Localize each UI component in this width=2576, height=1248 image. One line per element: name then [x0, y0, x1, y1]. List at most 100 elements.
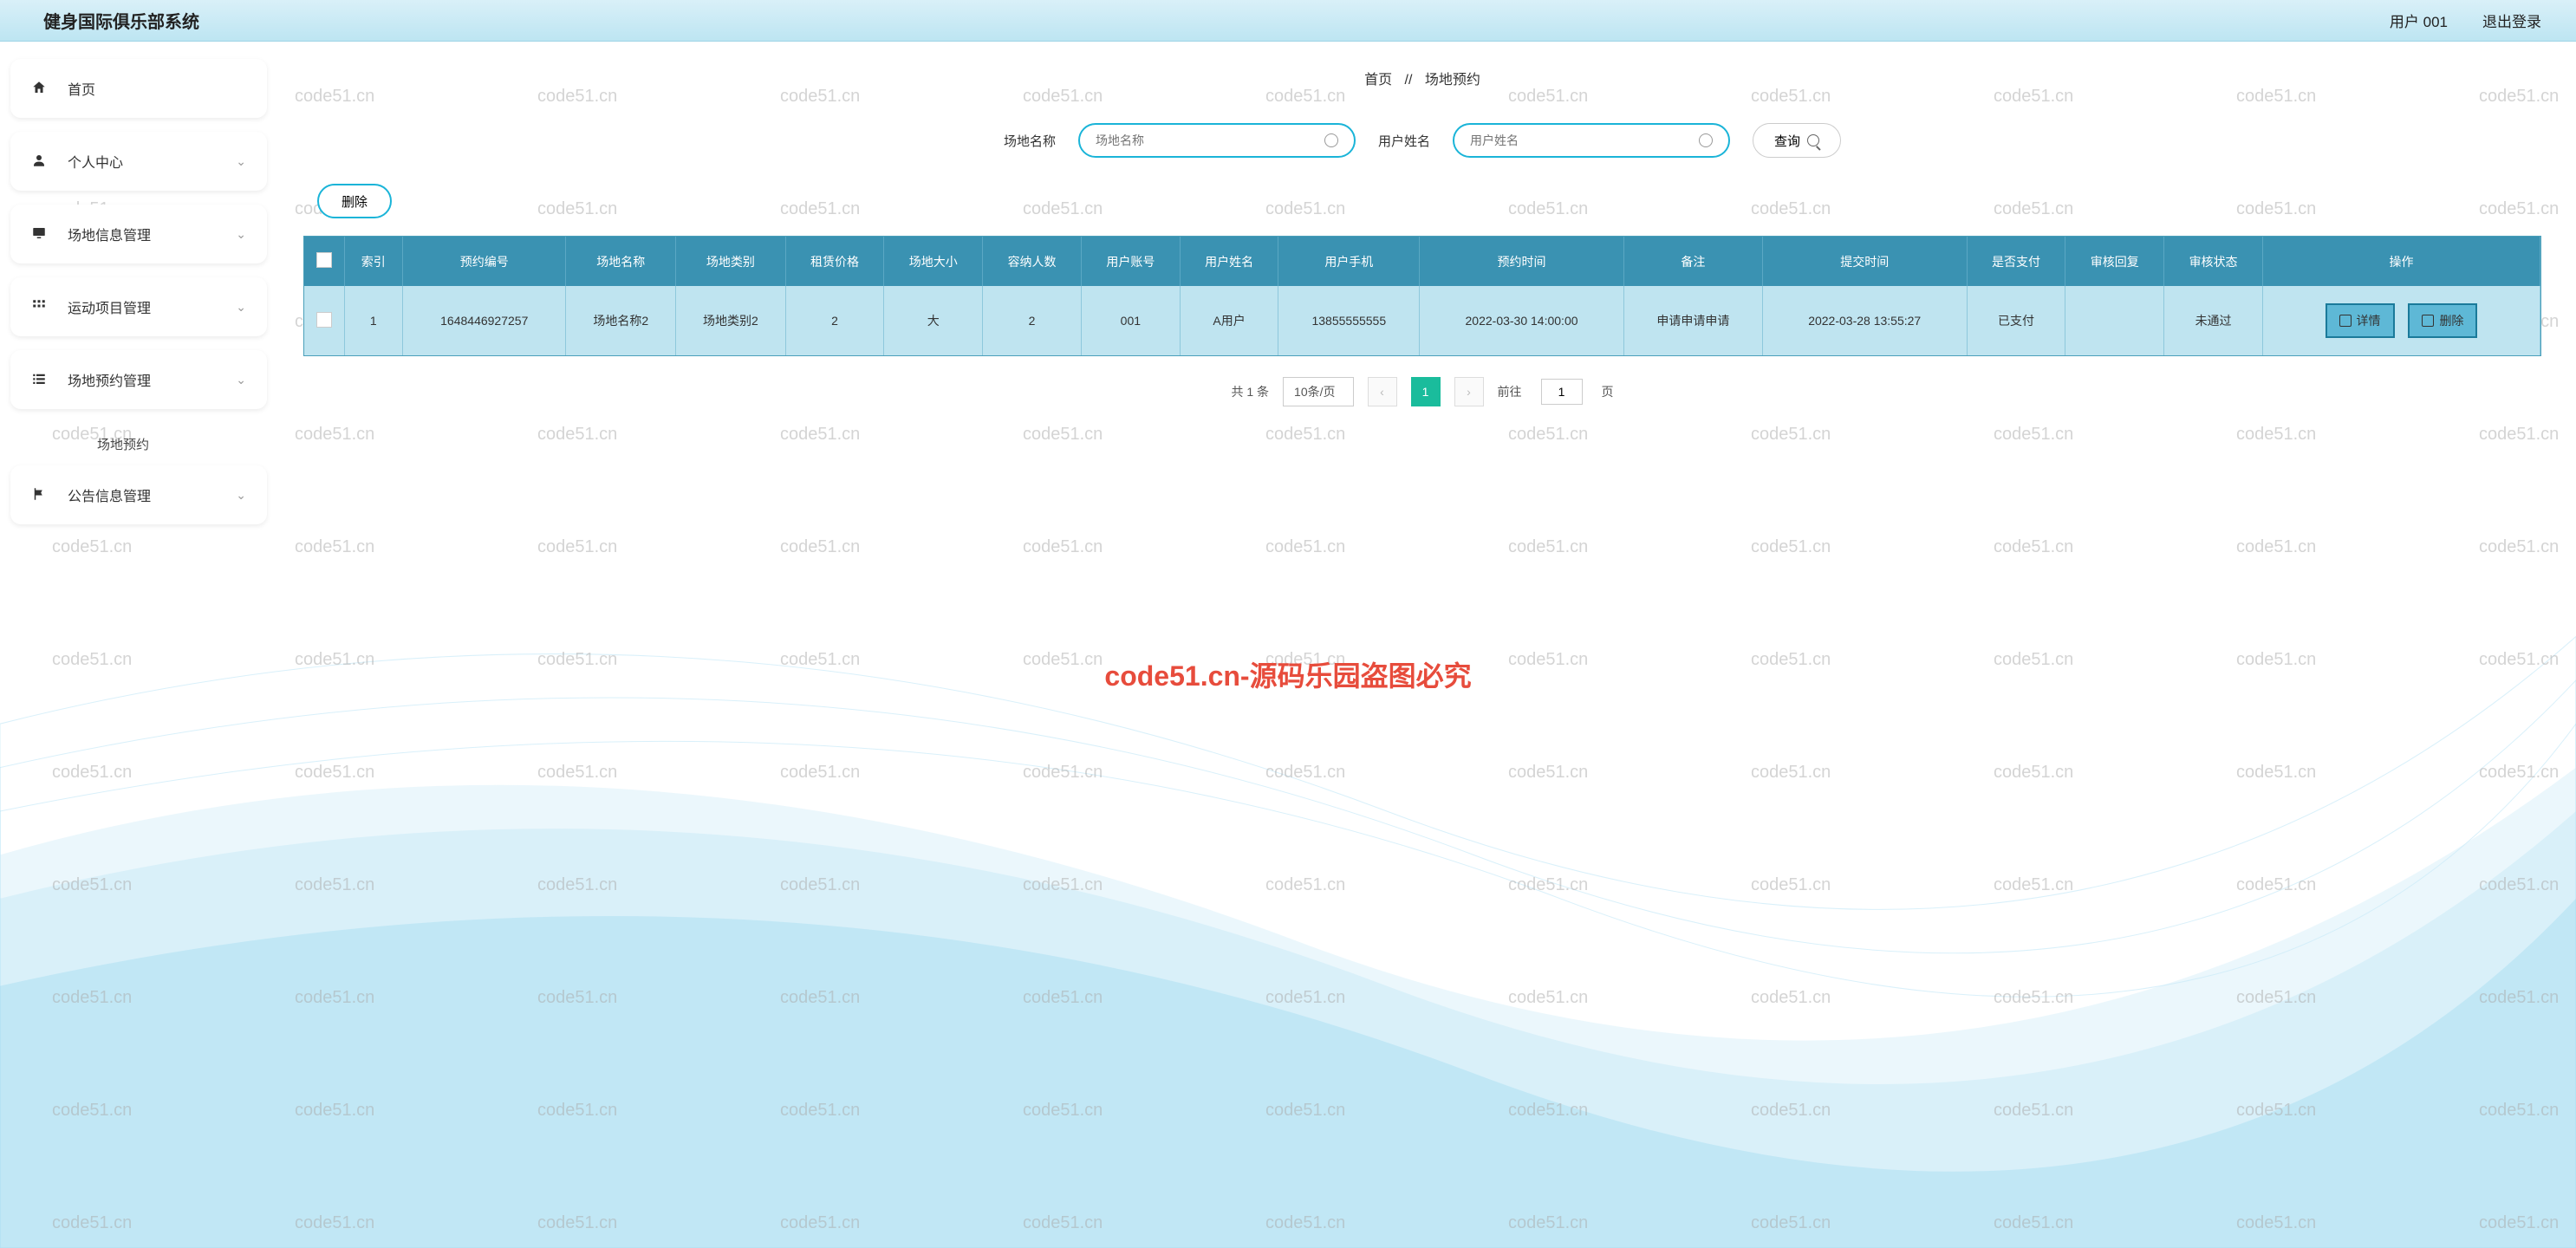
content-area: 首页 // 场地预约 场地名称 用户姓名 查询 删除 — [277, 42, 2576, 538]
header-checkbox-cell — [304, 237, 344, 286]
search-icon — [1807, 134, 1819, 146]
query-button[interactable]: 查询 — [1753, 123, 1841, 158]
breadcrumb-home[interactable]: 首页 — [1364, 73, 1392, 88]
document-icon — [2422, 315, 2434, 327]
sidebar-item-sports[interactable]: 运动项目管理 ⌄ — [10, 277, 267, 336]
current-page[interactable]: 1 — [1411, 377, 1441, 406]
cell-account: 001 — [1081, 286, 1180, 355]
table-row: 1 1648446927257 场地名称2 场地类别2 2 大 2 001 A用… — [304, 286, 2540, 355]
cell-remark: 申请申请申请 — [1623, 286, 1762, 355]
grid-icon — [31, 298, 50, 316]
cell-paid: 已支付 — [1967, 286, 2065, 355]
row-delete-button-label: 删除 — [2439, 312, 2463, 329]
chevron-down-icon: ⌄ — [236, 373, 246, 387]
chevron-down-icon: ⌄ — [236, 300, 246, 315]
next-page-button[interactable]: › — [1454, 377, 1484, 406]
chevron-down-icon: ⌄ — [236, 227, 246, 242]
th-audit-status: 审核状态 — [2164, 237, 2263, 286]
cell-reserve-time: 2022-03-30 14:00:00 — [1420, 286, 1624, 355]
breadcrumb-separator: // — [1405, 73, 1413, 88]
sidebar-item-label: 运动项目管理 — [68, 296, 236, 317]
th-paid: 是否支付 — [1967, 237, 2065, 286]
pagination: 共 1 条 10条/页 ‹ 1 › 前往 页 — [303, 356, 2541, 427]
sidebar-subitem-venue-reservation[interactable]: 场地预约 — [10, 423, 267, 465]
th-remark: 备注 — [1623, 237, 1762, 286]
cell-venue-type: 场地类别2 — [676, 286, 786, 355]
table-header-row: 索引 预约编号 场地名称 场地类别 租赁价格 场地大小 容纳人数 用户账号 用户… — [304, 237, 2540, 286]
cell-submit-time: 2022-03-28 13:55:27 — [1762, 286, 1967, 355]
query-button-label: 查询 — [1774, 132, 1800, 150]
sidebar-item-label: 场地信息管理 — [68, 224, 236, 244]
sidebar-item-label: 公告信息管理 — [68, 484, 236, 505]
chevron-down-icon: ⌄ — [236, 488, 246, 503]
sidebar-item-notice[interactable]: 公告信息管理 ⌄ — [10, 465, 267, 524]
sidebar-item-reservation[interactable]: 场地预约管理 ⌄ — [10, 350, 267, 409]
sidebar-item-label: 个人中心 — [68, 151, 236, 172]
row-checkbox[interactable] — [316, 312, 332, 328]
clear-icon[interactable] — [1324, 133, 1338, 147]
header: 健身国际俱乐部系统 用户 001 退出登录 — [0, 0, 2576, 42]
cell-phone: 13855555555 — [1278, 286, 1420, 355]
goto-label-suffix: 页 — [1602, 383, 1614, 400]
app-title: 健身国际俱乐部系统 — [43, 8, 199, 33]
cell-audit-reply — [2065, 286, 2164, 355]
search-input-venue[interactable] — [1096, 133, 1324, 147]
search-label-venue: 场地名称 — [1004, 132, 1056, 150]
table-container: 索引 预约编号 场地名称 场地类别 租赁价格 场地大小 容纳人数 用户账号 用户… — [303, 236, 2541, 356]
th-submit-time: 提交时间 — [1762, 237, 1967, 286]
sidebar-item-label: 首页 — [68, 78, 246, 99]
cell-size: 大 — [884, 286, 983, 355]
chevron-down-icon: ⌄ — [236, 154, 246, 169]
th-booking-no: 预约编号 — [403, 237, 566, 286]
cell-venue-name: 场地名称2 — [566, 286, 676, 355]
page-size-select[interactable]: 10条/页 — [1283, 377, 1353, 406]
th-size: 场地大小 — [884, 237, 983, 286]
cell-audit-status: 未通过 — [2164, 286, 2263, 355]
sidebar-item-venue-info[interactable]: 场地信息管理 ⌄ — [10, 205, 267, 263]
logout-link[interactable]: 退出登录 — [2482, 10, 2541, 31]
clear-icon[interactable] — [1699, 133, 1713, 147]
cell-actions: 详情 删除 — [2263, 286, 2540, 355]
cell-booking-no: 1648446927257 — [403, 286, 566, 355]
row-delete-button[interactable]: 删除 — [2408, 303, 2477, 338]
cell-username: A用户 — [1180, 286, 1278, 355]
th-index: 索引 — [344, 237, 403, 286]
search-input-user[interactable] — [1470, 133, 1699, 147]
goto-page-input[interactable] — [1541, 379, 1583, 405]
delete-button[interactable]: 删除 — [317, 184, 392, 218]
user-icon — [31, 153, 50, 171]
header-user[interactable]: 用户 001 — [2390, 10, 2448, 31]
flag-icon — [31, 486, 50, 504]
breadcrumb-current: 场地预约 — [1425, 73, 1480, 88]
search-input-user-wrap — [1453, 123, 1730, 158]
th-phone: 用户手机 — [1278, 237, 1420, 286]
th-username: 用户姓名 — [1180, 237, 1278, 286]
home-icon — [31, 80, 50, 98]
select-all-checkbox[interactable] — [316, 252, 332, 268]
detail-button[interactable]: 详情 — [2326, 303, 2395, 338]
search-input-venue-wrap — [1078, 123, 1356, 158]
th-capacity: 容纳人数 — [983, 237, 1082, 286]
monitor-icon — [31, 225, 50, 244]
sidebar-item-label: 场地预约管理 — [68, 369, 236, 390]
th-venue-type: 场地类别 — [676, 237, 786, 286]
th-audit-reply: 审核回复 — [2065, 237, 2164, 286]
detail-button-label: 详情 — [2357, 312, 2381, 329]
sidebar-item-profile[interactable]: 个人中心 ⌄ — [10, 132, 267, 191]
search-row: 场地名称 用户姓名 查询 — [303, 123, 2541, 158]
toolbar: 删除 — [303, 184, 2541, 218]
th-price: 租赁价格 — [785, 237, 884, 286]
cell-capacity: 2 — [983, 286, 1082, 355]
pagination-total: 共 1 条 — [1231, 383, 1269, 400]
sidebar-item-home[interactable]: 首页 — [10, 59, 267, 118]
cell-index: 1 — [344, 286, 403, 355]
th-venue-name: 场地名称 — [566, 237, 676, 286]
prev-page-button[interactable]: ‹ — [1368, 377, 1397, 406]
goto-label-prefix: 前往 — [1498, 383, 1522, 400]
breadcrumb: 首页 // 场地预约 — [303, 68, 2541, 88]
th-reserve-time: 预约时间 — [1420, 237, 1624, 286]
th-account: 用户账号 — [1081, 237, 1180, 286]
cell-price: 2 — [785, 286, 884, 355]
row-checkbox-cell — [304, 286, 344, 355]
list-icon — [31, 371, 50, 389]
